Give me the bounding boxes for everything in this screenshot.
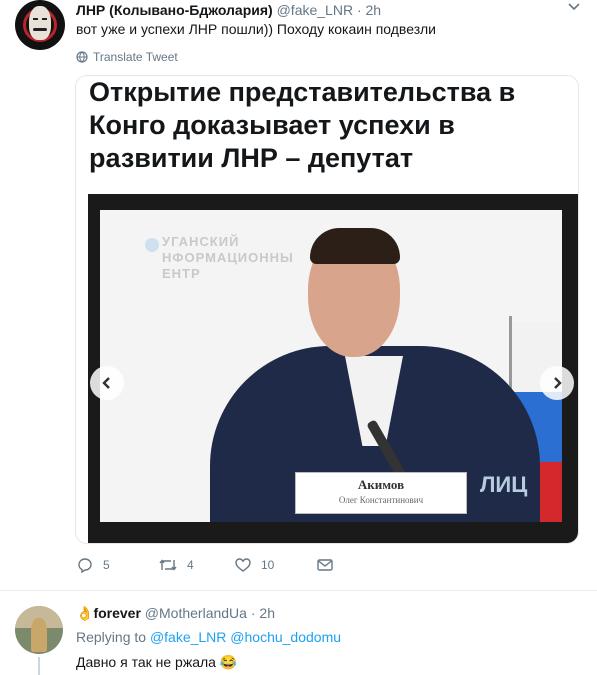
card-gallery[interactable]: УГАНСКИЙ НФОРМАЦИОННЫ ЕНТР Акимов Олег К… <box>88 194 578 543</box>
watermark-lic: ЛИЦ <box>480 472 528 497</box>
tweet-header: ЛНР (Колывано-Бджолария) @fake_LNR · 2h <box>76 2 381 18</box>
like-button[interactable]: 10 <box>234 556 274 574</box>
separator: · <box>250 605 256 621</box>
card-photo[interactable]: УГАНСКИЙ НФОРМАЦИОННЫ ЕНТР Акимов Олег К… <box>100 210 562 522</box>
reply-count: 5 <box>103 558 110 572</box>
retweet-icon <box>159 559 177 571</box>
avatar-mask <box>29 6 51 40</box>
like-icon <box>235 558 251 572</box>
reply-tweet[interactable]: 👌forever @MotherlandUa · 2h Replying to … <box>0 591 597 675</box>
tweet-time[interactable]: 2h <box>366 2 382 18</box>
author-handle[interactable]: @fake_LNR <box>277 2 353 18</box>
avatar-mustache <box>33 28 47 31</box>
reply-author-handle[interactable]: @MotherlandUa <box>145 605 247 621</box>
replying-to-mentions[interactable]: @fake_LNR @hochu_dodomu <box>150 629 341 645</box>
avatar-eye <box>33 18 38 20</box>
name-plate: Акимов Олег Константинович <box>295 472 467 514</box>
caret-down-icon[interactable] <box>567 0 581 14</box>
reply-icon <box>78 558 92 574</box>
tweet[interactable]: ЛНР (Колывано-Бджолария) @fake_LNR · 2h … <box>0 0 597 590</box>
tweet-text: вот уже и успехи ЛНР пошли)) Походу кока… <box>76 21 436 37</box>
translate-tweet-link[interactable]: Translate Tweet <box>76 50 178 64</box>
author-avatar[interactable] <box>15 0 65 50</box>
chevron-left-icon <box>102 377 110 389</box>
name-plate-surname: Акимов <box>357 477 405 492</box>
separator: · <box>356 2 362 18</box>
avatar-eye <box>42 18 47 20</box>
watermark-logo <box>145 238 159 252</box>
replying-to: Replying to @fake_LNR @hochu_dodomu <box>76 629 341 645</box>
chevron-right-icon <box>554 377 562 389</box>
card-headline[interactable]: Открытие представительства в Конго доказ… <box>89 76 569 175</box>
name-plate-fullname: Олег Константинович <box>338 495 424 505</box>
author-name[interactable]: ЛНР (Колывано-Бджолария) <box>76 2 273 18</box>
retweet-count: 4 <box>187 558 194 572</box>
watermark-line-3: ЕНТР <box>162 266 201 281</box>
reply-emoji: 👌 <box>76 605 94 621</box>
globe-icon <box>76 51 88 63</box>
reply-time[interactable]: 2h <box>259 605 275 621</box>
thread-line <box>38 657 40 675</box>
tweet-actions: 5 4 10 <box>76 556 336 576</box>
dm-button[interactable] <box>316 556 334 574</box>
dm-icon <box>317 559 333 571</box>
translate-label: Translate Tweet <box>93 50 178 64</box>
like-count: 10 <box>261 558 275 572</box>
watermark-line-1: УГАНСКИЙ <box>162 234 240 249</box>
gallery-next-button[interactable] <box>540 366 574 400</box>
reply-author-name[interactable]: forever <box>93 605 140 621</box>
reply-author-avatar[interactable] <box>15 606 63 654</box>
gallery-prev-button[interactable] <box>90 366 124 400</box>
replying-to-label: Replying to <box>76 629 147 645</box>
retweet-button[interactable]: 4 <box>158 556 194 574</box>
link-card[interactable]: Открытие представительства в Конго доказ… <box>75 75 579 544</box>
reply-header: 👌forever @MotherlandUa · 2h <box>76 605 275 622</box>
reply-text: Давно я так не ржала 😂 <box>76 654 238 670</box>
person-hair <box>310 228 400 264</box>
reply-button[interactable]: 5 <box>76 556 110 574</box>
watermark-text: УГАНСКИЙ НФОРМАЦИОННЫ ЕНТР <box>162 234 294 282</box>
watermark-line-2: НФОРМАЦИОННЫ <box>162 250 294 265</box>
avatar-figure <box>31 618 47 652</box>
